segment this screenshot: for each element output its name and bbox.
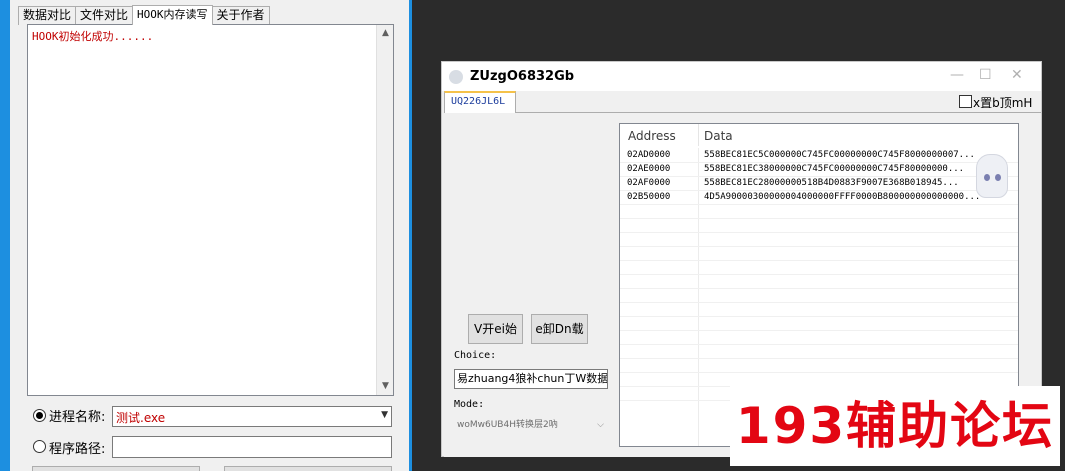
list-item-empty — [620, 275, 1018, 289]
list-item-empty — [620, 359, 1018, 373]
list-item[interactable]: 02AD0000 558BEC81EC5C000000C745FC0000000… — [620, 149, 1018, 163]
scroll-up-icon[interactable]: ▲ — [377, 25, 394, 42]
start-button[interactable]: V开ei始 — [468, 314, 523, 344]
chevron-down-icon[interactable]: ⌵ — [597, 414, 604, 436]
tab-file-compare[interactable]: 文件对比 — [75, 6, 134, 25]
program-path-radio[interactable] — [33, 440, 46, 453]
tab-main[interactable]: UQ226JL6L — [444, 91, 516, 113]
maximize-icon[interactable]: ☐ — [979, 67, 992, 83]
row-address: 02AD0000 — [627, 150, 671, 160]
chevron-down-icon[interactable]: ▼ — [381, 410, 388, 420]
close-icon[interactable]: ✕ — [1011, 67, 1023, 83]
mode-select[interactable]: woMw6UB4H转换层2吶 ⌵ — [454, 414, 608, 436]
mode-value: woMw6UB4H转换层2吶 — [457, 420, 558, 430]
list-item[interactable]: 02AF0000 558BEC81EC28000000518B4D0883F90… — [620, 177, 1018, 191]
watermark-logo: 193辅助论坛 — [730, 386, 1060, 466]
process-name-value: 测试.exe — [116, 411, 166, 425]
log-scrollbar[interactable]: ▲ ▼ — [376, 25, 393, 395]
list-header: Address Data — [620, 124, 1018, 148]
list-item-empty — [620, 289, 1018, 303]
row-address: 02AF0000 — [627, 178, 671, 188]
list-rows: 02AD0000 558BEC81EC5C000000C745FC0000000… — [620, 149, 1018, 401]
row-address: 02AE0000 — [627, 164, 671, 174]
choice-label: Choice: — [454, 350, 497, 361]
list-item[interactable]: 02B50000 4D5A90000300000004000000FFFF000… — [620, 191, 1018, 205]
list-item-empty — [620, 261, 1018, 275]
row-data: 4D5A90000300000004000000FFFF0000B8000000… — [704, 192, 981, 202]
anime-avatar-icon — [976, 154, 1008, 198]
scroll-down-icon[interactable]: ▼ — [377, 378, 394, 395]
avatar-eye-left — [984, 174, 990, 181]
list-item-empty — [620, 303, 1018, 317]
avatar-eye-right — [995, 174, 1001, 181]
unload-button[interactable]: e卸Dn载 — [531, 314, 588, 344]
title-bar: ZUzgO6832Gb — ☐ ✕ — [442, 62, 1041, 91]
row-data: 558BEC81EC28000000518B4D0883F9007E368B01… — [704, 178, 959, 188]
list-item-empty — [620, 205, 1018, 219]
list-item-empty — [620, 317, 1018, 331]
window-title: ZUzgO6832Gb — [470, 69, 575, 84]
tab-about-author[interactable]: 关于作者 — [211, 6, 270, 25]
always-on-top-label: x置b顶mH — [973, 96, 1033, 110]
process-name-label: 进程名称: — [49, 410, 106, 425]
list-item-empty — [620, 247, 1018, 261]
choice-input[interactable]: 易zhuang4狼补chun丁W数据| — [454, 369, 608, 389]
program-path-label: 程序路径: — [49, 442, 106, 457]
app-logo-icon — [449, 70, 463, 84]
row-data: 558BEC81EC38000000C745FC00000000C745F800… — [704, 164, 965, 174]
tab-data-compare[interactable]: 数据对比 — [18, 6, 77, 25]
left-bottom-button-1[interactable] — [32, 466, 200, 471]
header-address[interactable]: Address — [628, 129, 676, 143]
log-textarea[interactable]: HOOK初始化成功...... ▲ ▼ — [27, 24, 394, 396]
header-data[interactable]: Data — [704, 129, 733, 143]
program-path-input[interactable] — [112, 436, 392, 458]
list-item-empty — [620, 233, 1018, 247]
minimize-icon[interactable]: — — [950, 67, 964, 83]
mode-label: Mode: — [454, 399, 485, 410]
header-divider — [698, 124, 699, 146]
log-text: HOOK初始化成功...... — [32, 30, 154, 43]
tab-hook-memory[interactable]: HOOK内存读写 — [132, 5, 213, 25]
left-bottom-button-2[interactable] — [224, 466, 392, 471]
list-item-empty — [620, 373, 1018, 387]
list-item-empty — [620, 219, 1018, 233]
left-tab-strip: 数据对比 文件对比 HOOK内存读写 关于作者 — [18, 5, 270, 25]
list-item-empty — [620, 345, 1018, 359]
always-on-top-checkbox[interactable] — [959, 95, 972, 108]
process-name-combo[interactable]: 测试.exe ▼ — [112, 406, 392, 427]
list-item-empty — [620, 331, 1018, 345]
process-name-radio[interactable] — [33, 409, 46, 422]
list-item[interactable]: 02AE0000 558BEC81EC38000000C745FC0000000… — [620, 163, 1018, 177]
row-data: 558BEC81EC5C000000C745FC00000000C745F800… — [704, 150, 975, 160]
row-address: 02B50000 — [627, 192, 671, 202]
